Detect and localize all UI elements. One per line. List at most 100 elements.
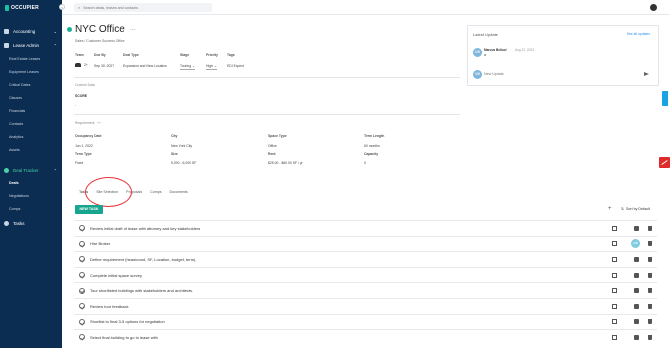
task-complete-checkbox[interactable] (79, 287, 85, 294)
calendar-icon[interactable] (612, 288, 617, 294)
calendar-icon[interactable] (612, 334, 617, 340)
assign-user-icon[interactable] (634, 256, 639, 262)
term-length-label: Term Length (364, 134, 385, 138)
update-date: Aug 22, 2023 (515, 48, 534, 52)
trash-icon[interactable] (648, 225, 652, 231)
lease-admin-icon (4, 42, 9, 48)
update-author: Marcus Belluci (484, 48, 507, 52)
task-row[interactable]: Define requirement (headcount, SF, Locat… (74, 251, 657, 267)
trash-icon[interactable] (648, 334, 652, 340)
sidebar-section-lease-admin[interactable]: Lease Admin ⌃ (0, 40, 62, 50)
sidebar-item-comps[interactable]: Comps (9, 207, 20, 211)
app-logo[interactable]: OCCUPIER (5, 5, 39, 11)
task-row[interactable]: Review initial draft of lease with attor… (74, 220, 657, 236)
new-task-button[interactable]: NEW TASK (75, 205, 103, 214)
capacity-value[interactable]: 0 (364, 161, 366, 165)
sidebar-collapse-button[interactable]: ‹ (59, 4, 65, 10)
size-label: Size (171, 152, 178, 156)
calendar-icon[interactable] (612, 303, 617, 309)
assign-user-icon[interactable] (634, 303, 639, 309)
task-row[interactable]: Select final building to go to lease wit… (74, 329, 657, 345)
assign-user-icon[interactable] (634, 288, 639, 294)
task-complete-checkbox[interactable] (79, 225, 85, 232)
sidebar-item-assets[interactable]: Assets (9, 148, 20, 152)
sidebar-item-clauses[interactable]: Clauses (9, 96, 22, 100)
assign-user-icon[interactable] (634, 319, 639, 325)
task-complete-checkbox[interactable] (79, 318, 85, 325)
requirement-more-button[interactable]: ··· (97, 121, 100, 125)
score-value[interactable]: - (75, 103, 76, 107)
trash-icon[interactable] (648, 272, 652, 278)
term-type-value[interactable]: Fixed (75, 161, 83, 165)
task-complete-checkbox[interactable] (79, 272, 85, 279)
new-update-input[interactable] (484, 72, 634, 76)
team-field[interactable]: 2+ (75, 63, 88, 67)
assign-user-icon[interactable] (634, 334, 639, 340)
search-input[interactable] (83, 5, 204, 10)
add-icon[interactable]: + (608, 206, 612, 212)
sidebar-item-contacts[interactable]: Contacts (9, 122, 23, 126)
assign-user-icon[interactable] (634, 225, 639, 231)
sidebar-item-negotiations[interactable]: Negotiations (9, 194, 29, 198)
task-title: Shortlist to final 3-5 options for negot… (90, 319, 165, 325)
space-type-value[interactable]: Office (268, 144, 277, 148)
sidebar-section-tasks[interactable]: Tasks (0, 218, 62, 228)
priority-select[interactable]: High ⌄ (206, 64, 217, 70)
chevron-down-icon: ⌄ (213, 64, 217, 68)
task-title: Hire Broker (90, 241, 111, 247)
sidebar-item-financials[interactable]: Financials (9, 109, 25, 113)
term-length-value[interactable]: 60 months (364, 144, 380, 148)
trash-icon[interactable] (648, 319, 652, 325)
tags-value[interactable]: EDI Expect (227, 64, 244, 68)
tab-documents[interactable]: Documents (166, 190, 192, 194)
task-complete-checkbox[interactable] (79, 334, 85, 341)
city-value[interactable]: New York City (171, 144, 192, 148)
more-options-button[interactable]: ··· (130, 27, 136, 33)
rent-value[interactable]: $25.00 - $60.00 SF / yr (268, 161, 303, 165)
task-row[interactable]: Tour shortlisted buildings with stakehol… (74, 282, 657, 298)
assign-user-icon[interactable] (634, 272, 639, 278)
trash-icon[interactable] (648, 303, 652, 309)
task-row[interactable]: Shortlist to final 3-5 options for negot… (74, 313, 657, 330)
deal-type-value[interactable]: Expansion and New Location (123, 64, 167, 68)
chart-widget-icon[interactable] (659, 157, 670, 168)
trash-icon[interactable] (648, 256, 652, 262)
feedback-side-tab[interactable] (662, 91, 668, 106)
chevron-down-icon: ⌄ (53, 28, 57, 34)
task-complete-checkbox[interactable] (79, 240, 85, 247)
calendar-icon[interactable] (612, 241, 617, 247)
send-icon[interactable] (644, 72, 649, 76)
stage-select[interactable]: Touring ⌄ (180, 64, 195, 70)
task-row[interactable]: Review tour feedback (74, 298, 657, 314)
calendar-icon[interactable] (612, 256, 617, 262)
occupancy-date-value[interactable]: Jun 1, 2022 (75, 144, 93, 148)
calendar-icon[interactable] (612, 272, 617, 278)
task-complete-checkbox[interactable] (79, 256, 85, 263)
task-row[interactable]: Complete initial space survey (74, 266, 657, 283)
see-all-updates-link[interactable]: See all updates (627, 32, 650, 36)
update-body: a (484, 53, 486, 57)
sidebar-item-deals[interactable]: Deals (9, 181, 19, 185)
size-value[interactable]: 5,000 - 6,000 SF (171, 161, 196, 165)
priority-value: High (206, 64, 213, 68)
calendar-icon[interactable] (612, 225, 617, 231)
task-row[interactable]: Hire Broker MB (74, 235, 657, 252)
task-complete-checkbox[interactable] (79, 303, 85, 310)
sort-button[interactable]: ⇅ Sort by Default (621, 207, 650, 211)
user-account-icon[interactable] (650, 4, 657, 11)
requirement-header: Requirement ··· (75, 121, 101, 125)
tab-comps[interactable]: Comps (146, 190, 165, 194)
calendar-icon[interactable] (612, 319, 617, 325)
sidebar-section-deal-tracker[interactable]: Deal Tracker ⌃ (0, 165, 62, 175)
sidebar-item-analytics[interactable]: Analytics (9, 135, 23, 139)
due-by-value[interactable]: Sep 30, 2027 (94, 64, 114, 68)
divider (74, 114, 460, 115)
sidebar-item-real-estate-leases[interactable]: Real Estate Leases (9, 57, 40, 61)
sidebar-item-critical-dates[interactable]: Critical Dates (9, 83, 30, 87)
trash-icon[interactable] (648, 241, 652, 247)
breadcrumb[interactable]: Sales / Customer Success Office (75, 39, 125, 43)
assignee-avatar[interactable]: MB (631, 239, 640, 249)
sidebar-item-equipment-leases[interactable]: Equipment Leases (9, 70, 39, 74)
trash-icon[interactable] (648, 288, 652, 294)
sidebar-section-accounting[interactable]: Accounting ⌄ (0, 26, 62, 36)
